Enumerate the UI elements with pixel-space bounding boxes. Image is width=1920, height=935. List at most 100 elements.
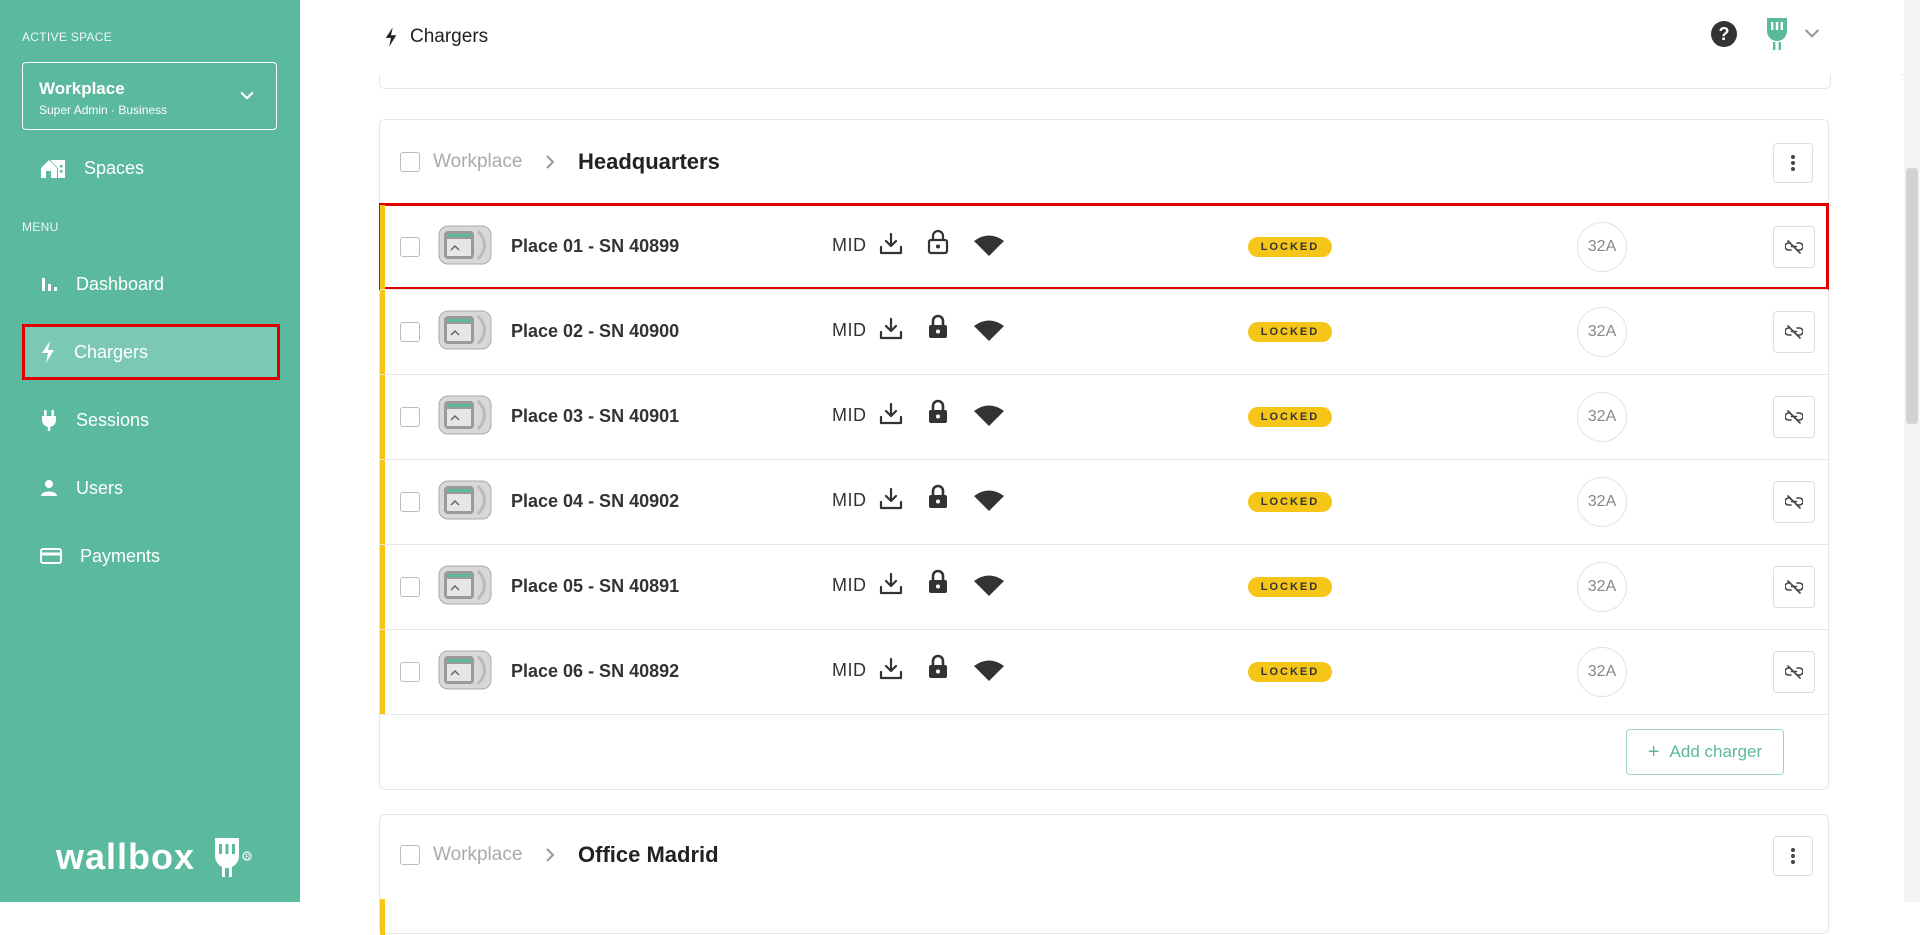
chevron-right-icon: [546, 848, 555, 862]
sidebar-item-users[interactable]: Users: [22, 460, 280, 516]
lock-button[interactable]: [927, 484, 949, 515]
download-button[interactable]: [878, 401, 904, 432]
unlink-icon: [1785, 580, 1803, 594]
help-button[interactable]: ?: [1710, 20, 1738, 53]
wifi-icon: [974, 405, 1004, 426]
sidebar: ACTIVE SPACE Workplace Super Admin · Bus…: [0, 0, 300, 902]
group-header: Workplace Office Madrid: [380, 815, 1828, 899]
breadcrumb-root[interactable]: Workplace: [433, 151, 522, 173]
avatar: [1767, 18, 1787, 50]
breadcrumb-root[interactable]: Workplace: [433, 844, 522, 866]
max-current-button[interactable]: 32A: [1577, 392, 1627, 442]
charger-row[interactable]: Place 02 - SN 40900 MID LOCKED 32A: [380, 289, 1828, 374]
download-button[interactable]: [878, 316, 904, 347]
home-icon: [41, 160, 65, 178]
download-icon: [879, 317, 903, 340]
user-menu[interactable]: [1766, 16, 1822, 50]
connectivity-status: [973, 573, 1005, 602]
add-charger-button[interactable]: + Add charger: [1626, 729, 1784, 775]
row-checkbox[interactable]: [400, 322, 420, 342]
unlink-button[interactable]: [1773, 226, 1815, 268]
lock-button[interactable]: [927, 314, 949, 345]
scrollbar-thumb[interactable]: [1906, 168, 1918, 424]
row-checkbox[interactable]: [400, 237, 420, 257]
lock-button[interactable]: [927, 399, 949, 430]
lock-button[interactable]: [927, 654, 949, 685]
menu-caption: MENU: [22, 220, 59, 234]
group-options-button[interactable]: [1773, 143, 1813, 183]
download-button[interactable]: [878, 231, 904, 262]
row-checkbox[interactable]: [400, 662, 420, 682]
more-vertical-icon: [1791, 155, 1795, 171]
lock-button[interactable]: [927, 569, 949, 600]
chevron-right-icon: [546, 155, 555, 169]
download-button[interactable]: [878, 656, 904, 687]
lock-icon: [929, 569, 947, 593]
sidebar-item-label: Chargers: [74, 341, 149, 362]
sidebar-item-payments[interactable]: Payments: [22, 528, 280, 584]
max-current-button[interactable]: 32A: [1577, 562, 1627, 612]
max-current-button[interactable]: 32A: [1577, 477, 1627, 527]
unlink-icon: [1785, 665, 1803, 679]
group-checkbox[interactable]: [400, 845, 420, 865]
unlink-button[interactable]: [1773, 566, 1815, 608]
sidebar-item-chargers[interactable]: Chargers: [22, 324, 280, 380]
charger-row[interactable]: Place 04 - SN 40902 MID LOCKED 32A: [380, 459, 1828, 544]
status-badge: LOCKED: [1248, 577, 1332, 597]
row-checkbox[interactable]: [400, 577, 420, 597]
unlink-button[interactable]: [1773, 481, 1815, 523]
charger-name[interactable]: Place 03 - SN 40901: [511, 406, 679, 427]
main-content: Workplace Headquarters Place 01 - SN 408…: [300, 74, 1900, 935]
charger-name[interactable]: Place 06 - SN 40892: [511, 661, 679, 682]
group-checkbox[interactable]: [400, 152, 420, 172]
sidebar-item-spaces[interactable]: Spaces: [22, 140, 280, 196]
mid-label: MID: [832, 320, 867, 340]
svg-text:?: ?: [1719, 24, 1730, 44]
group-options-button[interactable]: [1773, 836, 1813, 876]
sidebar-item-dashboard[interactable]: Dashboard: [22, 256, 280, 312]
scrollbar-track[interactable]: [1904, 0, 1920, 902]
active-space-caption: ACTIVE SPACE: [22, 30, 113, 44]
charger-row[interactable]: Place 05 - SN 40891 MID LOCKED 32A: [380, 544, 1828, 629]
max-current-button[interactable]: 32A: [1577, 222, 1627, 272]
sidebar-item-label: Sessions: [76, 409, 150, 430]
max-current-button[interactable]: 32A: [1577, 307, 1627, 357]
charger-row[interactable]: Place 01 - SN 40899 MID LOCKED 32A: [379, 203, 1829, 290]
group-card-headquarters: Workplace Headquarters Place 01 - SN 408…: [379, 119, 1829, 790]
row-checkbox[interactable]: [400, 492, 420, 512]
more-vertical-icon: [1791, 848, 1795, 864]
max-current-button[interactable]: 32A: [1577, 647, 1627, 697]
charger-thumbnail-icon: [438, 565, 492, 605]
unlink-button[interactable]: [1773, 396, 1815, 438]
charger-name[interactable]: Place 02 - SN 40900: [511, 321, 679, 342]
connectivity-status: [973, 658, 1005, 687]
unlink-button[interactable]: [1773, 651, 1815, 693]
sidebar-item-sessions[interactable]: Sessions: [22, 392, 280, 448]
mid-label: MID: [832, 575, 867, 595]
charger-name[interactable]: Place 04 - SN 40902: [511, 491, 679, 512]
download-button[interactable]: [878, 486, 904, 517]
lock-open-icon: [927, 229, 949, 255]
charger-row[interactable]: Place 06 - SN 40892 MID LOCKED 32A: [380, 629, 1828, 714]
download-button[interactable]: [878, 571, 904, 602]
unlink-icon: [1785, 240, 1803, 254]
mid-label: MID: [832, 660, 867, 680]
wifi-icon: [974, 660, 1004, 681]
lock-button[interactable]: [927, 229, 949, 260]
download-icon: [879, 232, 903, 255]
wifi-icon: [974, 575, 1004, 596]
user-icon: [41, 480, 57, 496]
logo-text: wallbox: [56, 836, 196, 877]
row-accent: [380, 460, 385, 544]
wifi-icon: [974, 490, 1004, 511]
connectivity-status: [973, 233, 1005, 262]
charger-name[interactable]: Place 01 - SN 40899: [511, 236, 679, 257]
charger-name[interactable]: Place 05 - SN 40891: [511, 576, 679, 597]
sidebar-item-label: Dashboard: [76, 273, 165, 294]
charger-row[interactable]: Place 03 - SN 40901 MID LOCKED 32A: [380, 374, 1828, 459]
row-checkbox[interactable]: [400, 407, 420, 427]
space-selector[interactable]: Workplace Super Admin · Business: [22, 62, 277, 130]
space-role: Super Admin · Business: [39, 103, 168, 117]
download-icon: [879, 572, 903, 595]
unlink-button[interactable]: [1773, 311, 1815, 353]
